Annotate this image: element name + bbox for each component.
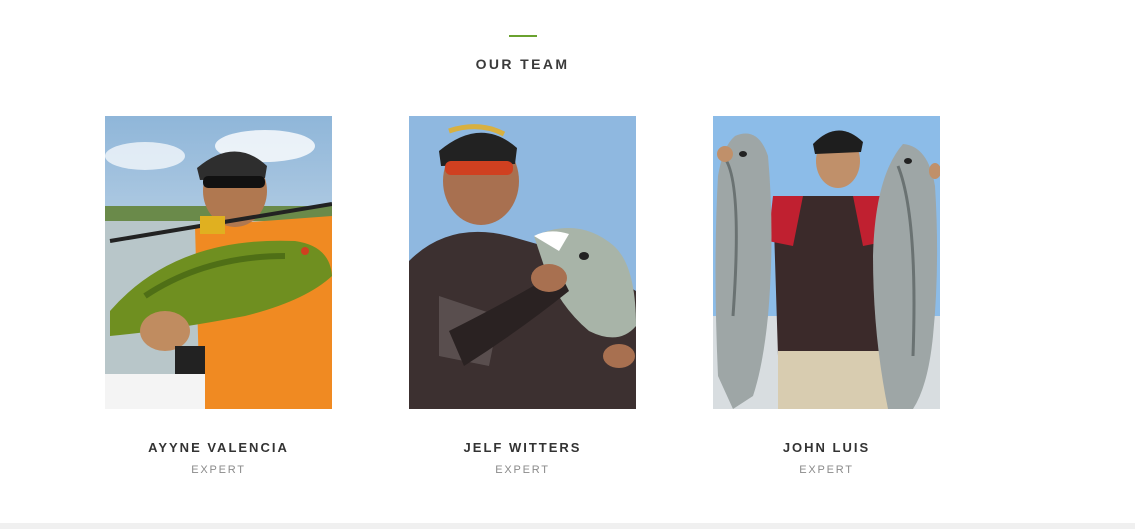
team-member-role: EXPERT: [495, 464, 550, 476]
team-member-name: AYYNE VALENCIA: [148, 440, 289, 455]
angler-photo-icon: [105, 116, 332, 409]
team-section: OUR TEAM AYYNE VALENCIA EXPERT JELF WITT…: [0, 0, 1135, 529]
team-member-card: JOHN LUIS EXPERT: [713, 116, 940, 476]
footer-divider: [0, 523, 1135, 529]
team-member-role: EXPERT: [799, 464, 854, 476]
team-member-photo[interactable]: [105, 116, 332, 409]
angler-photo-icon: [409, 116, 636, 409]
team-member-role: EXPERT: [191, 464, 246, 476]
team-member-name: JOHN LUIS: [782, 440, 871, 455]
team-member-name: JELF WITTERS: [463, 440, 582, 455]
section-title: OUR TEAM: [475, 56, 570, 72]
team-member-card: AYYNE VALENCIA EXPERT: [105, 116, 332, 476]
team-member-card: JELF WITTERS EXPERT: [409, 116, 636, 476]
title-accent-line: [509, 35, 537, 37]
angler-photo-icon: [713, 116, 940, 409]
team-member-photo[interactable]: [409, 116, 636, 409]
team-member-photo[interactable]: [713, 116, 940, 409]
